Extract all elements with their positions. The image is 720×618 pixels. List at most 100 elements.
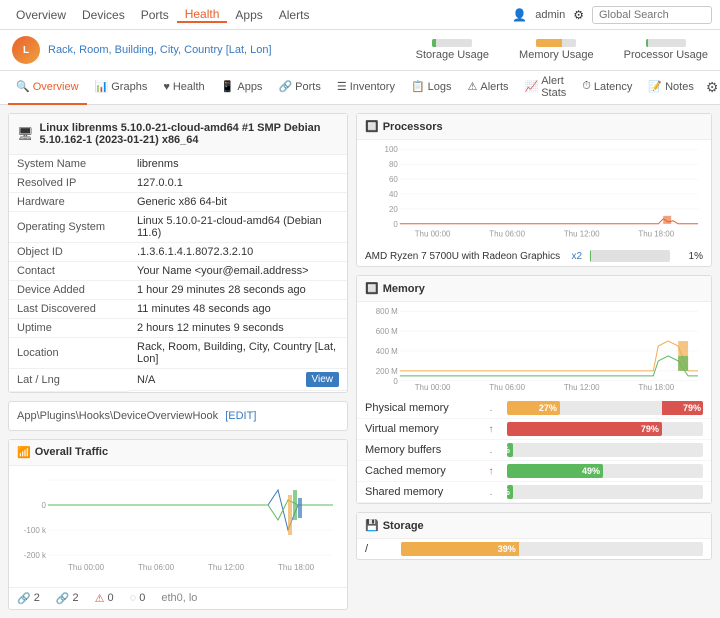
nav-alerts[interactable]: Alerts [271, 8, 318, 22]
sec-nav-actions: ⚙ ⋮ [702, 77, 720, 98]
field-value: librenms [129, 155, 347, 174]
field-label: Contact [9, 262, 129, 281]
svg-text:Thu 00:00: Thu 00:00 [415, 383, 451, 391]
field-label: Object ID [9, 243, 129, 262]
field-value: 1 hour 29 minutes 28 seconds ago [129, 281, 347, 300]
tab-inventory[interactable]: ☰ Inventory [329, 71, 403, 105]
cpu-icon: 🔲 [365, 120, 379, 133]
mem-shared-label: Shared memory [365, 486, 475, 498]
svg-text:400 M: 400 M [376, 347, 398, 356]
hook-path: App\Plugins\Hooks\DeviceOverviewHook [17, 410, 218, 422]
proc-percent: 1% [678, 251, 703, 262]
svg-text:60: 60 [389, 175, 398, 184]
hook-card: App\Plugins\Hooks\DeviceOverviewHook [ED… [8, 401, 348, 431]
tab-alerts[interactable]: ⚠ Alerts [460, 71, 517, 105]
mem-physical-value: . [481, 403, 501, 414]
tab-health[interactable]: ♥ Health [155, 71, 212, 105]
svg-text:100: 100 [385, 145, 399, 154]
svg-text:0: 0 [42, 501, 47, 510]
mem-virtual-bar: 79% [507, 422, 703, 436]
tab-overview[interactable]: 🔍 Overview [8, 71, 87, 105]
processors-title: Processors [383, 121, 443, 133]
brand-logo: L [12, 36, 40, 64]
table-row: Device Added 1 hour 29 minutes 28 second… [9, 281, 347, 300]
table-row: Location Rack, Room, Building, City, Cou… [9, 338, 347, 369]
alert-stats-icon: 📈 [525, 80, 539, 93]
storage-usage-label: Storage Usage [416, 49, 489, 61]
processors-chart: 100 80 60 40 20 0 Thu 00:00 Thu 06:00 Th… [357, 140, 711, 246]
memory-cached-row: Cached memory ↑ 49% [357, 461, 711, 482]
tab-apps[interactable]: 📱 Apps [213, 71, 271, 105]
svg-text:Thu 12:00: Thu 12:00 [564, 383, 600, 391]
svg-text:40: 40 [389, 190, 398, 199]
breadcrumb-bar: L Rack, Room, Building, City, Country [L… [0, 30, 720, 71]
table-row: Hardware Generic x86 64-bit [9, 193, 347, 212]
graphs-icon: 📊 [95, 80, 109, 93]
tab-alert-stats[interactable]: 📈 Alert Stats [517, 71, 575, 105]
download-count: 2 [34, 592, 40, 604]
field-value: 127.0.0.1 [129, 174, 347, 193]
memory-header: 🔲 Memory [357, 276, 711, 302]
svg-text:-200 k: -200 k [24, 551, 47, 560]
tab-ports[interactable]: 🔗 Ports [270, 71, 328, 105]
memory-physical-row: Physical memory . 27% 79% [357, 398, 711, 419]
settings-button[interactable]: ⚙ [702, 77, 720, 98]
tab-graphs[interactable]: 📊 Graphs [87, 71, 156, 105]
nav-health[interactable]: Health [177, 7, 228, 23]
mem-cached-value: ↑ [481, 466, 501, 477]
mem-shared-fill: 3% [507, 485, 513, 499]
error-icon: ⚠ [95, 592, 105, 605]
field-label: Hardware [9, 193, 129, 212]
memory-shared-row: Shared memory . 3% [357, 482, 711, 503]
field-label: Device Added [9, 281, 129, 300]
storage-usage: Storage Usage [416, 39, 489, 61]
memory-icon: 🔲 [365, 282, 379, 295]
tab-logs[interactable]: 📋 Logs [403, 71, 460, 105]
processor-usage-label: Processor Usage [624, 49, 708, 61]
top-nav-right: 👤 admin ⚙ [512, 6, 712, 24]
field-label: System Name [9, 155, 129, 174]
storage-icon: 💾 [365, 519, 379, 532]
gear-icon[interactable]: ⚙ [573, 8, 584, 22]
mem-virtual-value: ↑ [481, 424, 501, 435]
hook-edit-link[interactable]: [EDIT] [225, 410, 256, 422]
tab-latency[interactable]: ⏱ Latency [574, 71, 640, 105]
proc-count: x2 [571, 251, 582, 262]
table-row: Resolved IP 127.0.0.1 [9, 174, 347, 193]
top-navigation: Overview Devices Ports Health Apps Alert… [0, 0, 720, 30]
traffic-title: Overall Traffic [35, 446, 108, 458]
svg-text:Thu 12:00: Thu 12:00 [208, 563, 245, 572]
svg-text:200 M: 200 M [376, 367, 398, 376]
global-search[interactable] [592, 6, 712, 24]
logs-icon: 📋 [411, 80, 425, 93]
svg-text:20: 20 [389, 205, 398, 214]
tab-notes[interactable]: 📝 Notes [640, 71, 701, 105]
other-icon: ◌ [130, 592, 137, 604]
nav-apps[interactable]: Apps [227, 8, 270, 22]
svg-text:Thu 18:00: Thu 18:00 [638, 383, 674, 391]
field-value: .1.3.6.1.4.1.8072.3.2.10 [129, 243, 347, 262]
svg-text:Thu 18:00: Thu 18:00 [278, 563, 315, 572]
memory-usage: Memory Usage [519, 39, 594, 61]
mem-cached-bar: 49% [507, 464, 703, 478]
mem-physical-fill: 27% [507, 401, 560, 415]
mem-virtual-fill: 79% [507, 422, 662, 436]
mem-cached-label: Cached memory [365, 465, 475, 477]
memory-usage-label: Memory Usage [519, 49, 594, 61]
view-map-button[interactable]: View [306, 372, 340, 387]
field-value: 2 hours 12 minutes 9 seconds [129, 319, 347, 338]
table-row: Lat / Lng N/A View [9, 369, 347, 392]
upload-stat: 🔗 2 [56, 592, 79, 605]
other-stat: ◌ 0 [130, 592, 146, 605]
right-column: 🔲 Processors 100 80 60 40 20 [356, 113, 712, 610]
nav-overview[interactable]: Overview [8, 8, 74, 22]
nav-devices[interactable]: Devices [74, 8, 133, 22]
traffic-card: 📶 Overall Traffic 0 -100 k -200 k Thu 00… [8, 439, 348, 610]
nav-ports[interactable]: Ports [133, 8, 177, 22]
mem-physical-label: Physical memory [365, 402, 475, 414]
breadcrumb: Rack, Room, Building, City, Country [Lat… [48, 44, 272, 56]
storage-card: 💾 Storage / 39% [356, 512, 712, 560]
error-stat: ⚠ 0 [95, 592, 114, 605]
field-label: Lat / Lng [9, 369, 129, 392]
table-row: Uptime 2 hours 12 minutes 9 seconds [9, 319, 347, 338]
